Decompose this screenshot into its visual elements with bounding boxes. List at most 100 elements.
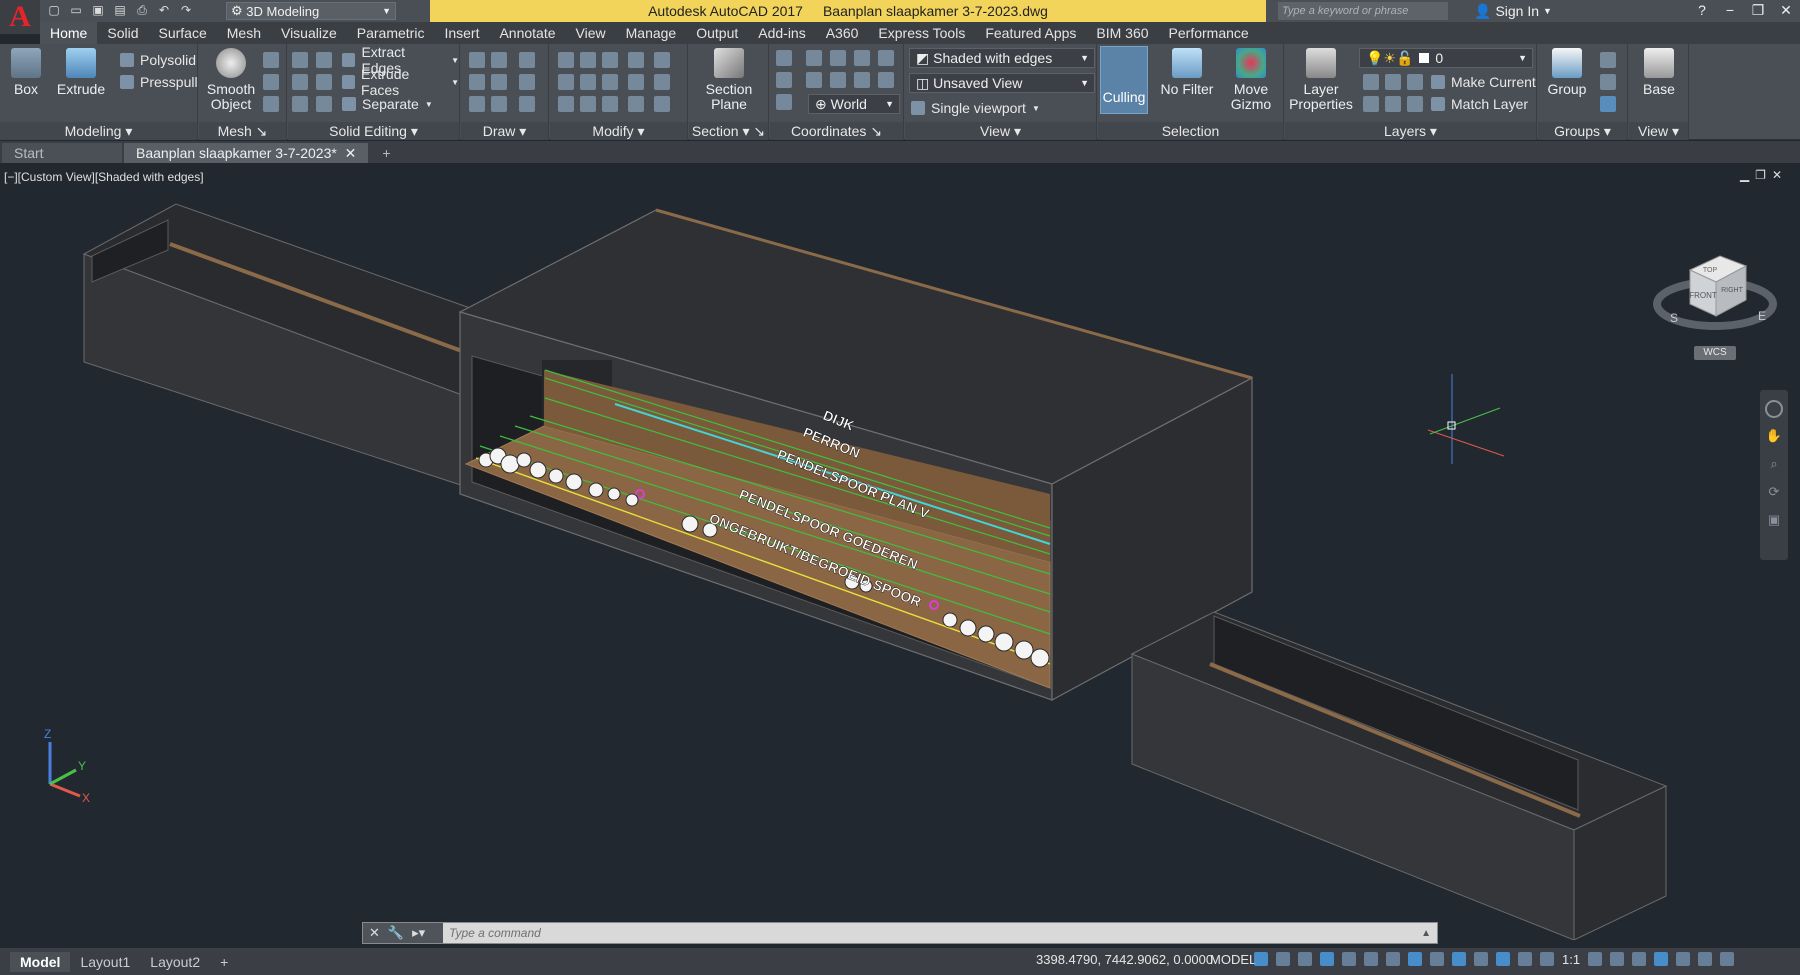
smooth-object-button[interactable]: Smooth Object [203,48,259,112]
sign-in-button[interactable]: 👤 Sign In ▼ [1474,0,1552,22]
stretch-icon[interactable] [628,74,644,90]
layer-tool-icon[interactable] [1385,96,1401,112]
selection-panel-label[interactable]: Selection [1098,122,1283,140]
base-view-panel-label[interactable]: View ▾ [1629,122,1688,140]
close-icon[interactable]: ✕ [1772,0,1800,22]
explode-icon[interactable] [654,52,670,68]
close-icon[interactable]: ✕ [345,145,357,161]
workspace-switch-icon[interactable] [1588,952,1603,966]
3d-move-icon[interactable] [580,52,596,68]
groups-panel-label[interactable]: Groups ▾ [1538,122,1627,140]
tab-mesh[interactable]: Mesh [217,22,271,44]
group-edit-icon[interactable] [1600,74,1616,90]
section-plane-button[interactable]: Section Plane [701,48,757,112]
snap-icon[interactable] [1276,952,1290,966]
isolate-objects-icon[interactable] [1654,952,1669,966]
extrude-button[interactable]: Extrude [55,48,107,97]
tab-bim-360[interactable]: BIM 360 [1086,22,1158,44]
grid-icon[interactable] [1254,952,1268,966]
3d-model-scene[interactable]: DIJK PERRON PENDELSPOOR PLAN V PENDELSPO… [0,164,1800,940]
pan-hand-icon[interactable]: ✋ [1765,428,1783,446]
tab-performance[interactable]: Performance [1159,22,1259,44]
viewcube-graphic[interactable]: TOP FRONT RIGHT S E [1650,224,1780,344]
offset-icon[interactable] [602,74,618,90]
array-icon[interactable] [628,52,644,68]
box-button[interactable]: Box [0,48,52,97]
arc-icon[interactable] [519,52,535,68]
circle-icon[interactable] [519,74,535,90]
wrench-icon[interactable]: 🔧 [388,925,404,941]
object-snap-tracking-icon[interactable] [1408,952,1422,966]
layer-tool-icon[interactable] [1407,74,1423,90]
tab-model[interactable]: Model [10,951,71,972]
modify-panel-label[interactable]: Modify ▾ [550,122,687,140]
presspull-button[interactable]: Presspull [120,72,198,92]
tab-output[interactable]: Output [686,22,748,44]
separate-button[interactable]: Separate ▼ [342,94,433,114]
layer-dropdown[interactable]: 💡☀🔓 0 ▼ [1359,48,1533,68]
save-icon[interactable]: ▣ [90,2,106,18]
steering-wheel-icon[interactable] [1765,400,1783,418]
coordinates-panel-label[interactable]: Coordinates ↘ [770,122,903,140]
help-icon[interactable]: ? [1688,0,1716,22]
zoom-icon[interactable]: ⌕ [1765,456,1783,474]
copy-icon[interactable] [602,96,618,112]
solid-editing-panel-label[interactable]: Solid Editing ▾ [288,122,459,140]
no-filter-button[interactable]: No Filter [1154,48,1220,97]
align-icon[interactable] [558,74,574,90]
draw-panel-label[interactable]: Draw ▾ [461,122,548,140]
viewcube[interactable]: TOP FRONT RIGHT S E [1650,224,1780,344]
layer-tool-icon[interactable] [1363,96,1379,112]
help-search-input[interactable]: Type a keyword or phrase [1278,2,1448,20]
tab-insert[interactable]: Insert [434,22,489,44]
mesh-panel-label[interactable]: Mesh ↘ [199,122,286,140]
coordinate-readout[interactable]: 3398.4790, 7442.9062, 0.0000 [1036,952,1213,967]
polar-tracking-icon[interactable] [1364,952,1378,966]
polysolid-button[interactable]: Polysolid [120,50,196,70]
plus-icon[interactable] [1610,952,1625,966]
polyline-icon[interactable] [491,52,507,68]
tab-surface[interactable]: Surface [149,22,217,44]
infer-constraints-icon[interactable] [1298,952,1312,966]
3d-rotate-icon[interactable] [580,74,596,90]
intersect-icon[interactable] [292,96,308,112]
chevron-up-icon[interactable]: ▲ [1421,928,1431,939]
tab-layout1[interactable]: Layout1 [70,952,140,972]
modeling-panel-label[interactable]: Modeling ▾ [0,122,197,140]
rotate-icon[interactable] [628,96,644,112]
tab-annotate[interactable]: Annotate [489,22,565,44]
view-panel-label[interactable]: View ▾ [905,122,1096,140]
polygon-icon[interactable] [469,96,485,112]
base-view-button[interactable]: Base [1633,48,1685,97]
spline-icon[interactable] [469,74,485,90]
subtract-icon[interactable] [292,74,308,90]
section-panel-label[interactable]: Section ▾ ↘ [689,122,768,140]
annotation-visibility-icon[interactable] [1496,952,1510,966]
tab-home[interactable]: Home [40,22,98,44]
tab-featured-apps[interactable]: Featured Apps [975,22,1086,44]
ucs-world-dropdown[interactable]: ⊕ World ▼ [808,94,900,114]
match-layer-button[interactable]: Match Layer [1431,94,1528,114]
annotation-scale-value[interactable]: 1:1 [1562,952,1580,967]
slice-icon[interactable] [316,52,332,68]
model-space-toggle[interactable]: MODEL [1210,952,1256,967]
isodraft-icon[interactable] [1386,952,1400,966]
ellipse-icon[interactable] [519,96,535,112]
fillet-icon[interactable] [654,74,670,90]
union-icon[interactable] [292,52,308,68]
tab-visualize[interactable]: Visualize [271,22,347,44]
auto-scale-icon[interactable] [1518,952,1532,966]
clean-screen-icon[interactable] [1676,952,1691,966]
tab-manage[interactable]: Manage [616,22,687,44]
layer-tool-icon[interactable] [1407,96,1423,112]
mirror-icon[interactable] [558,96,574,112]
undo-icon[interactable]: ↶ [156,2,172,18]
ucs-3point-icon[interactable] [806,72,822,88]
add-layout-button[interactable]: + [210,952,238,972]
workspace-dropdown[interactable]: ⚙ 3D Modeling ▼ [226,2,396,20]
layer-tool-icon[interactable] [1363,74,1379,90]
tab-solid[interactable]: Solid [97,22,148,44]
dynamic-input-icon[interactable] [1320,952,1334,966]
ortho-icon[interactable] [1342,952,1356,966]
tab-layout2[interactable]: Layout2 [140,952,210,972]
